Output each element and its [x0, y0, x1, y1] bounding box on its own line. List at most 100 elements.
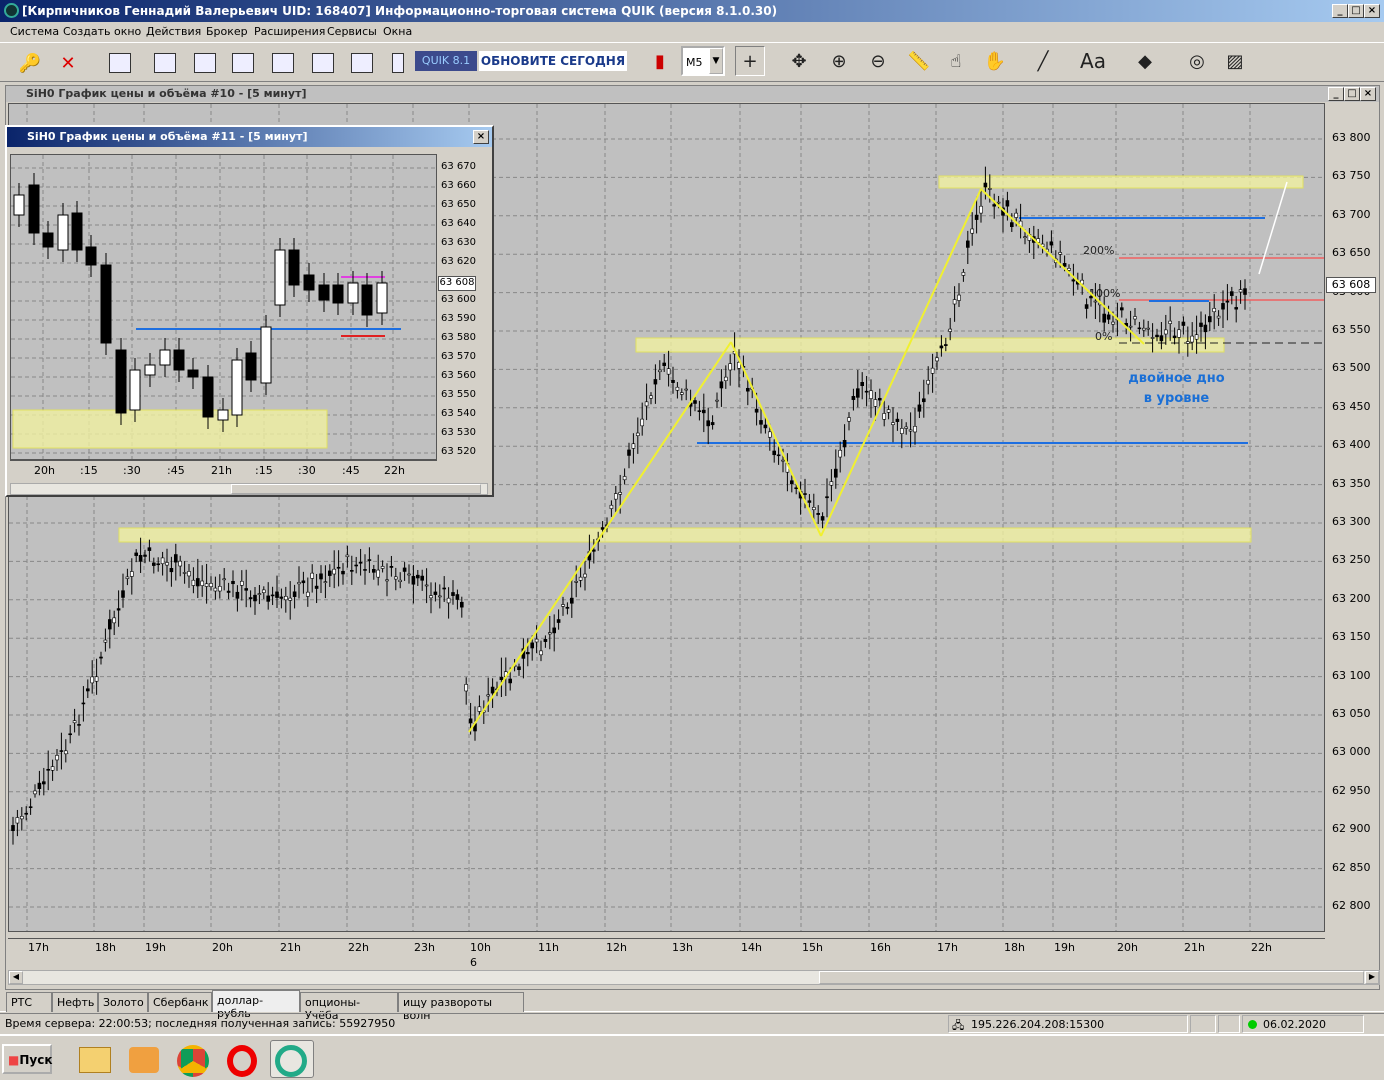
- menu-create-window[interactable]: Создать окно: [63, 25, 141, 38]
- windows-taskbar: ■Пуск: [0, 1034, 1384, 1080]
- candle-body: [631, 443, 636, 449]
- pointer-hand-icon[interactable]: ☝: [941, 46, 971, 76]
- candle-body: [776, 454, 781, 457]
- new-table-icon[interactable]: [105, 48, 135, 78]
- orders-icon[interactable]: [228, 48, 258, 78]
- candle-body: [926, 379, 931, 385]
- sub-chart-close-button[interactable]: ×: [473, 130, 489, 144]
- sub-scroll-thumb[interactable]: [231, 484, 481, 494]
- candle-body: [283, 596, 288, 601]
- sub-current-price-label: 63 608: [438, 276, 476, 291]
- candle-body: [152, 562, 156, 566]
- media-player-icon[interactable]: [122, 1040, 166, 1078]
- sub-price-chart[interactable]: [10, 154, 437, 460]
- update-today-button[interactable]: ОБНОВИТЕ СЕГОДНЯ: [479, 51, 627, 71]
- scroll-thumb[interactable]: [819, 971, 1364, 984]
- chrome-icon[interactable]: [172, 1040, 216, 1078]
- move-icon[interactable]: ✥: [784, 46, 814, 76]
- chart-maximize-button[interactable]: □: [1344, 87, 1360, 101]
- candle-body: [803, 493, 807, 495]
- candle-body: [591, 549, 596, 552]
- candle-body: [772, 450, 777, 456]
- instrument-icon[interactable]: ▮: [645, 46, 675, 76]
- menu-services[interactable]: Сервисы: [327, 25, 377, 38]
- candle-body: [37, 782, 42, 789]
- minimize-button[interactable]: _: [1332, 4, 1348, 18]
- zoom-in-icon[interactable]: ⊕: [824, 46, 854, 76]
- explorer-icon[interactable]: [72, 1040, 116, 1078]
- more-icon[interactable]: [383, 48, 413, 78]
- candle-body: [398, 579, 403, 582]
- candle-body: [794, 487, 799, 490]
- x-tick-label: 17h: [28, 941, 49, 954]
- day-marker: 6: [470, 956, 477, 969]
- y-tick-label: 62 800: [1332, 899, 1371, 912]
- candle-body: [851, 396, 856, 400]
- candle-body: [987, 188, 992, 190]
- candle-body: [807, 500, 812, 503]
- maximize-button[interactable]: □: [1348, 4, 1364, 18]
- ruler-icon[interactable]: 📏: [904, 46, 934, 76]
- quik-logo-icon: [4, 3, 19, 18]
- sub-chart-titlebar[interactable]: SiH0 График цены и объёма #11 - [5 минут…: [7, 127, 492, 147]
- candle-body: [477, 706, 482, 712]
- chevron-down-icon[interactable]: ▼: [709, 48, 723, 74]
- tab-rts[interactable]: РТС: [6, 992, 52, 1012]
- candle-body: [138, 555, 143, 562]
- menu-actions[interactable]: Действия: [146, 25, 201, 38]
- deals-icon[interactable]: [268, 48, 298, 78]
- scroll-left-icon[interactable]: ◀: [9, 971, 23, 984]
- sub-x-tick-label: :30: [123, 464, 141, 477]
- close-button[interactable]: ×: [1364, 4, 1380, 18]
- sub-y-tick-label: 63 630: [441, 237, 476, 248]
- tab-options-study[interactable]: опционы-Учёба: [300, 992, 398, 1022]
- eraser-icon[interactable]: ▨: [1220, 46, 1250, 76]
- menu-windows[interactable]: Окна: [383, 25, 412, 38]
- interval-select[interactable]: M5 ▼: [681, 46, 725, 76]
- date-panel: 06.02.2020: [1242, 1015, 1364, 1033]
- zoom-out-icon[interactable]: ⊖: [863, 46, 893, 76]
- candle-body: [187, 369, 199, 378]
- start-button[interactable]: ■Пуск: [2, 1044, 52, 1074]
- menu-system[interactable]: Система: [10, 25, 59, 38]
- candle-body: [948, 328, 953, 332]
- tab-gold[interactable]: Золото: [98, 992, 148, 1012]
- scroll-right-icon[interactable]: ▶: [1365, 971, 1379, 984]
- sub-horizontal-scrollbar[interactable]: [10, 483, 488, 495]
- quotes-icon[interactable]: [150, 48, 180, 78]
- cancel-orders-icon[interactable]: [347, 48, 377, 78]
- candle-body: [908, 429, 913, 432]
- sub-chart-window[interactable]: SiH0 График цены и объёма #11 - [5 минут…: [5, 125, 494, 497]
- tab-sberbank[interactable]: Сбербанк: [148, 992, 212, 1012]
- line-tool-icon[interactable]: ╱: [1028, 46, 1058, 76]
- opera-icon[interactable]: [222, 1040, 266, 1078]
- menu-bar: Система Создать окно Действия Брокер Рас…: [0, 22, 1384, 42]
- text-tool-icon[interactable]: Aa: [1078, 46, 1108, 76]
- candle-body: [415, 574, 420, 579]
- candle-body: [508, 678, 513, 684]
- tab-dollar-ruble[interactable]: доллар-рубль: [212, 990, 300, 1020]
- candle-body: [116, 608, 121, 611]
- search-table-icon[interactable]: [308, 48, 338, 78]
- candle-body: [864, 390, 869, 393]
- y-tick-label: 63 150: [1332, 630, 1371, 644]
- candle-body: [174, 554, 178, 563]
- chart-window-icon[interactable]: [190, 48, 220, 78]
- fill-icon[interactable]: ◆: [1130, 46, 1160, 76]
- hide-icon[interactable]: ◎: [1182, 46, 1212, 76]
- tab-oil[interactable]: Нефть: [52, 992, 98, 1012]
- menu-broker[interactable]: Брокер: [206, 25, 248, 38]
- candle-body: [332, 568, 337, 575]
- crosshair-icon[interactable]: +: [735, 46, 765, 76]
- candle-body: [939, 345, 944, 349]
- menu-extensions[interactable]: Расширения: [254, 25, 325, 38]
- key-icon[interactable]: 🔑: [15, 48, 45, 78]
- disconnect-icon[interactable]: ✕: [53, 48, 83, 78]
- tab-wave-reversals[interactable]: ищу развороты волн: [398, 992, 524, 1022]
- chart-close-button[interactable]: ×: [1360, 87, 1376, 101]
- hand-icon[interactable]: ✋: [980, 46, 1010, 76]
- quik-taskbar-icon[interactable]: [270, 1040, 314, 1078]
- quik-version-badge: QUIK 8.1: [415, 51, 477, 71]
- main-horizontal-scrollbar[interactable]: ◀ ▶: [8, 970, 1380, 985]
- chart-minimize-button[interactable]: _: [1328, 87, 1344, 101]
